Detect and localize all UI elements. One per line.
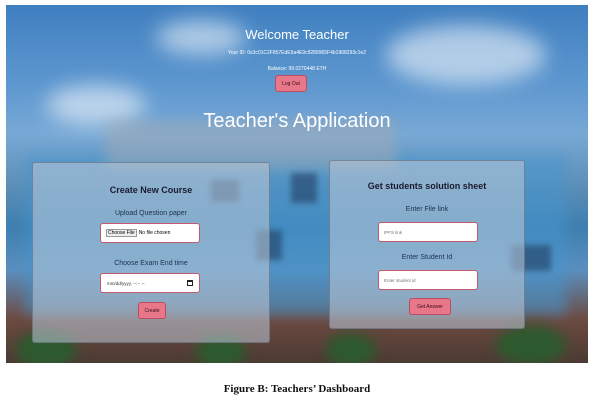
choose-file-button[interactable]: Choose File [106, 229, 137, 237]
background-tree [496, 325, 566, 363]
exam-end-datetime-input[interactable]: mm/dd/yyyy, --:-- -- [100, 273, 200, 293]
file-link-input[interactable] [378, 222, 478, 242]
student-id-label: Enter Student Id [401, 254, 453, 261]
page-title: Teacher's Application [203, 110, 391, 132]
create-course-title: Create New Course [109, 185, 193, 195]
question-file-input[interactable]: Choose File No file chosen [100, 223, 200, 243]
student-id-input[interactable] [378, 270, 478, 290]
background-tree [326, 333, 376, 363]
get-answer-button[interactable]: Get Answer [409, 298, 451, 315]
no-file-text: No file chosen [138, 230, 171, 236]
figure-caption: Figure B: Teachers’ Dashboard [223, 383, 371, 395]
file-link-label: Enter File link [405, 206, 449, 213]
create-course-button[interactable]: Create [138, 302, 166, 319]
welcome-heading: Welcome Teacher [245, 27, 349, 42]
background-window [291, 173, 317, 203]
solution-sheet-title: Get students solution sheet [367, 181, 487, 191]
upload-question-label: Upload Question paper [115, 210, 187, 217]
exam-end-label: Choose Exam End time [114, 260, 188, 267]
logout-button[interactable]: Log Out [275, 75, 307, 92]
date-placeholder: mm/dd/yyyy, --:-- -- [107, 280, 145, 286]
user-id-text: Your ID: 0x3c01C2F857EdE5a4E9c9289965F4b… [228, 50, 366, 56]
calendar-icon[interactable] [187, 280, 193, 286]
balance-text: Balance: 99.0270448 ETH [267, 66, 327, 72]
